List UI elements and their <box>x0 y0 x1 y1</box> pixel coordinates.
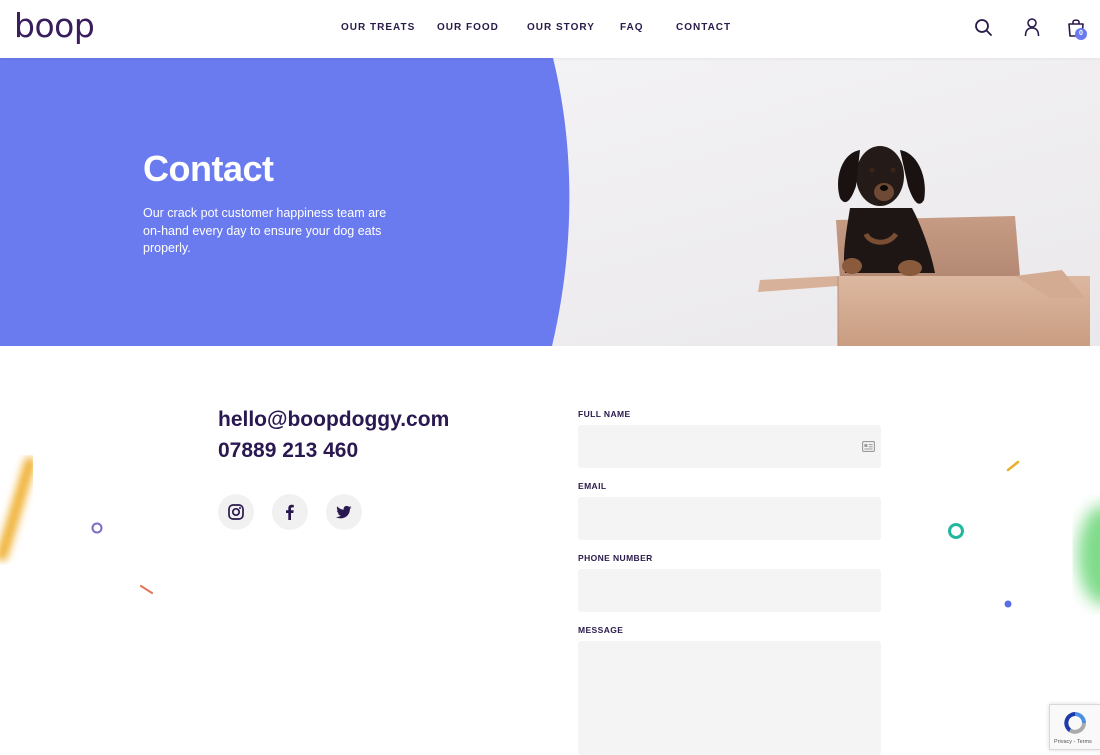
green-blob-decoration <box>1078 505 1100 605</box>
message-textarea[interactable] <box>578 641 881 755</box>
search-icon[interactable] <box>973 16 993 38</box>
facebook-icon <box>286 504 294 520</box>
dachshund-in-box-image <box>0 58 1100 346</box>
main-nav: OUR TREATS OUR FOOD OUR STORY FAQ CONTAC… <box>0 22 1100 36</box>
email-input[interactable] <box>578 497 881 540</box>
site-header: boop OUR TREATS OUR FOOD OUR STORY FAQ C… <box>0 0 1100 58</box>
contact-phone-link[interactable]: 07889 213 460 <box>218 439 358 463</box>
teal-ring-decoration <box>948 523 964 539</box>
message-label: MESSAGE <box>578 625 624 635</box>
hero-banner: Contact Our crack pot customer happiness… <box>0 58 1100 346</box>
yellow-streak-decoration <box>0 457 36 561</box>
nav-our-story[interactable]: OUR STORY <box>527 22 595 33</box>
blue-dot-decoration <box>1004 600 1012 608</box>
yellow-dash-decoration <box>1006 460 1020 472</box>
instagram-icon <box>228 504 244 520</box>
full-name-label: FULL NAME <box>578 409 631 419</box>
nav-faq[interactable]: FAQ <box>620 22 644 33</box>
page-title: Contact <box>143 148 274 189</box>
nav-contact[interactable]: CONTACT <box>676 22 731 33</box>
red-dash-decoration <box>139 584 154 595</box>
hero-blue-panel <box>0 58 570 346</box>
nav-our-treats[interactable]: OUR TREATS <box>341 22 415 33</box>
facebook-button[interactable] <box>272 494 308 530</box>
contact-email-link[interactable]: hello@boopdoggy.com <box>218 408 449 432</box>
cart-count-badge: 0 <box>1075 28 1087 40</box>
user-icon[interactable] <box>1022 16 1042 38</box>
instagram-button[interactable] <box>218 494 254 530</box>
phone-number-input[interactable] <box>578 569 881 612</box>
recaptcha-badge[interactable]: Privacy - Terms <box>1049 704 1100 750</box>
twitter-button[interactable] <box>326 494 362 530</box>
email-label: EMAIL <box>578 481 607 491</box>
recaptcha-privacy-terms[interactable]: Privacy - Terms <box>1054 739 1092 745</box>
nav-our-food[interactable]: OUR FOOD <box>437 22 499 33</box>
twitter-icon <box>336 505 352 519</box>
full-name-input[interactable] <box>578 425 881 468</box>
contact-card-icon[interactable] <box>862 441 875 452</box>
hero-description: Our crack pot customer happiness team ar… <box>143 206 387 255</box>
phone-number-label: PHONE NUMBER <box>578 553 653 563</box>
recaptcha-logo-icon <box>1064 712 1086 734</box>
purple-ring-decoration <box>91 522 103 534</box>
